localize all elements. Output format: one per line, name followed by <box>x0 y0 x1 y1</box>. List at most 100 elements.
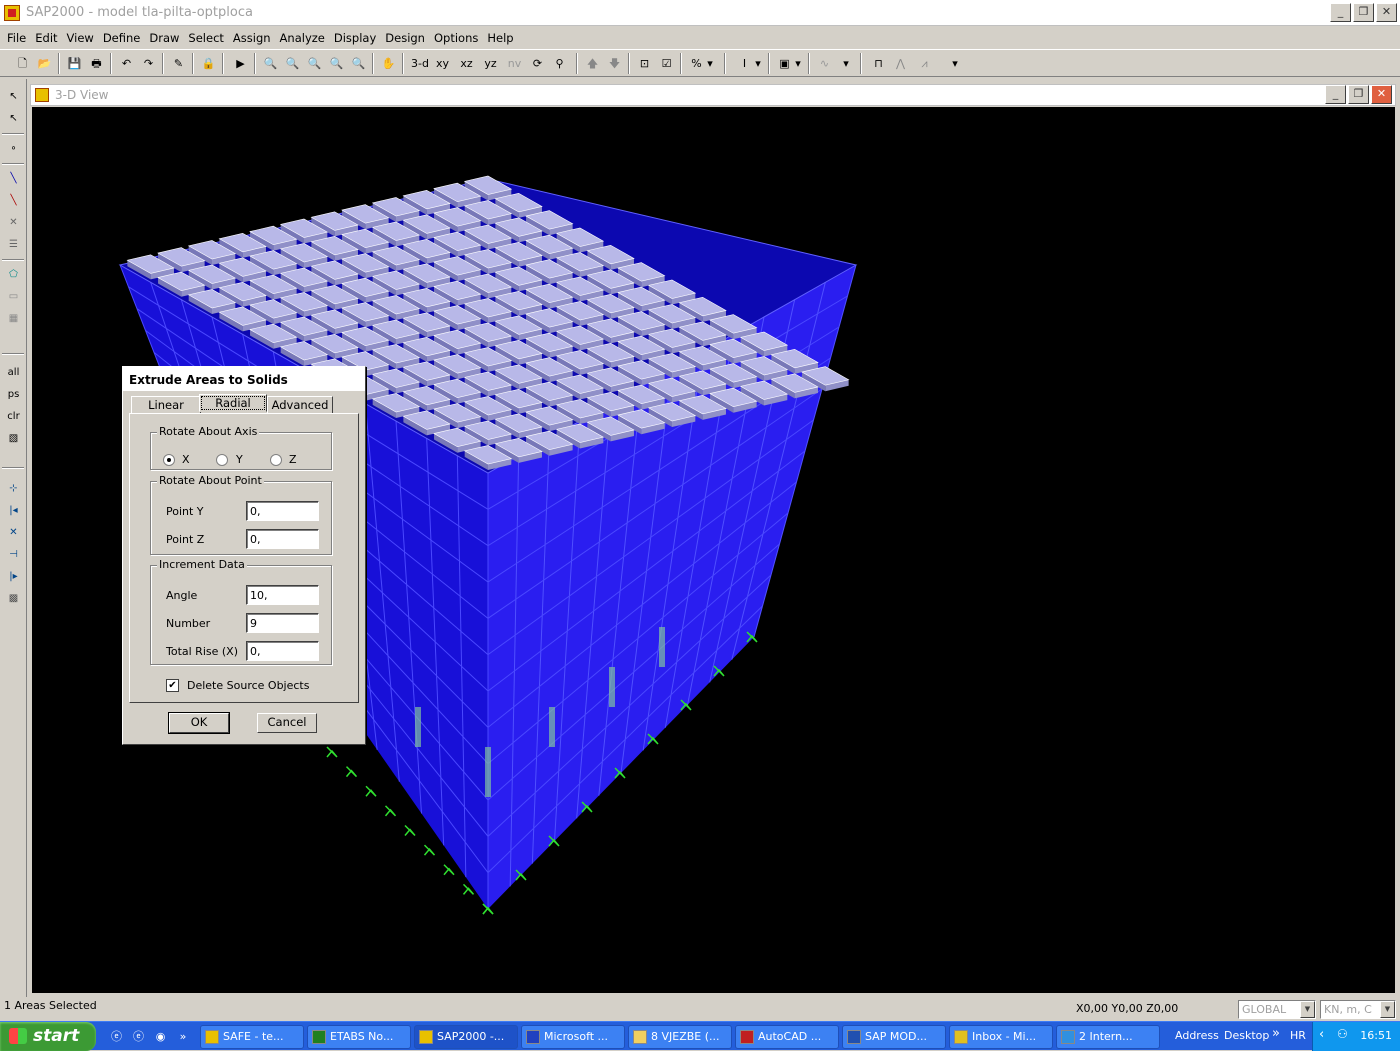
zoom-window-icon[interactable]: 🔍 <box>260 53 281 74</box>
print-icon[interactable]: 🖶 <box>86 53 107 74</box>
snap-ends-icon[interactable]: |◂ <box>3 501 24 521</box>
menu-define[interactable]: Define <box>100 31 147 45</box>
units-select[interactable]: KN, m, C ▼ <box>1320 1000 1396 1019</box>
menu-view[interactable]: View <box>64 31 100 45</box>
dropdown-arrow-icon[interactable]: ▾ <box>840 53 852 74</box>
move-up-icon[interactable]: 🡅 <box>582 53 603 74</box>
start-button[interactable]: start <box>0 1022 96 1051</box>
coordinate-system-select[interactable]: GLOBAL ▼ <box>1238 1000 1316 1019</box>
zoom-out-icon[interactable]: 🔍 <box>326 53 347 74</box>
task-microsoft[interactable]: Microsoft ... <box>521 1025 625 1049</box>
zoom-full-icon[interactable]: 🔍 <box>348 53 369 74</box>
task-autocad[interactable]: AutoCAD ... <box>735 1025 839 1049</box>
task-sap-word[interactable]: SAP MOD... <box>842 1025 946 1049</box>
address-toolbar-label[interactable]: Address <box>1175 1029 1219 1042</box>
app-quicklaunch-icon[interactable]: ◉ <box>150 1026 171 1047</box>
redo-icon[interactable]: ↷ <box>138 53 159 74</box>
quick-draw-area-icon[interactable]: ▦ <box>3 309 24 329</box>
browser-quicklaunch-icon[interactable]: ⓔ <box>128 1026 149 1047</box>
task-internet[interactable]: 2 Intern... <box>1056 1025 1160 1049</box>
undo-icon[interactable]: ↶ <box>116 53 137 74</box>
snap-intersections-icon[interactable]: ✕ <box>3 523 24 543</box>
menu-options[interactable]: Options <box>431 31 484 45</box>
frame-icon[interactable]: ⊓ <box>868 53 889 74</box>
tab-linear[interactable]: Linear <box>131 396 201 414</box>
menu-select[interactable]: Select <box>185 31 229 45</box>
run-analysis-icon[interactable]: ▶ <box>230 53 251 74</box>
toolbar-overflow-icon[interactable]: ▾ <box>948 53 962 74</box>
menu-assign[interactable]: Assign <box>230 31 277 45</box>
dropdown-arrow-icon[interactable]: ▾ <box>704 53 716 74</box>
task-inbox[interactable]: Inbox - Mi... <box>949 1025 1053 1049</box>
ok-button[interactable]: OK <box>168 712 230 734</box>
tab-radial[interactable]: Radial <box>199 394 267 412</box>
draw-special-icon[interactable]: ✕ <box>3 213 24 233</box>
snap-perpendicular-icon[interactable]: ⊣ <box>3 545 24 565</box>
minimize-button[interactable]: _ <box>1330 3 1351 22</box>
close-button[interactable]: ✕ <box>1376 3 1397 22</box>
rotate-3d-icon[interactable]: ⟳ <box>527 53 548 74</box>
menu-file[interactable]: File <box>4 31 32 45</box>
view-3d-button[interactable]: 3-d <box>408 53 432 74</box>
view-restore-button[interactable]: ❐ <box>1348 85 1369 104</box>
open-folder-icon[interactable]: 📂 <box>34 53 55 74</box>
new-file-icon[interactable]: 🗋 <box>12 53 33 74</box>
draw-joint-icon[interactable]: ∘ <box>3 139 24 159</box>
quicklaunch-more-icon[interactable]: » <box>176 1026 190 1047</box>
snap-lines-icon[interactable]: |▸ <box>3 567 24 587</box>
draw-link-icon[interactable]: ╲ <box>3 191 24 211</box>
restore-button[interactable]: ❐ <box>1353 3 1374 22</box>
dropdown-arrow-icon[interactable]: ▾ <box>752 53 764 74</box>
save-icon[interactable]: 💾 <box>64 53 85 74</box>
zoom-restore-icon[interactable]: 🔍 <box>282 53 303 74</box>
intersecting-line-icon[interactable]: ▧ <box>3 429 24 449</box>
zoom-in-icon[interactable]: 🔍 <box>304 53 325 74</box>
tray-expand-icon[interactable]: ‹ <box>1319 1027 1324 1042</box>
cancel-button[interactable]: Cancel <box>257 713 317 733</box>
menu-analyze[interactable]: Analyze <box>277 31 331 45</box>
move-down-icon[interactable]: 🡇 <box>604 53 625 74</box>
pointer-icon[interactable]: ↖ <box>3 87 24 107</box>
object-shrink-icon[interactable]: ⊡ <box>634 53 655 74</box>
draw-rect-area-icon[interactable]: ▭ <box>3 287 24 307</box>
view-yz-button[interactable]: yz <box>480 53 501 74</box>
toolbar-more-icon[interactable]: » <box>1272 1026 1280 1041</box>
set-display-options-icon[interactable]: ☑ <box>656 53 677 74</box>
clear-selection-button[interactable]: clr <box>3 407 24 427</box>
snap-points-icon[interactable]: ⊹ <box>3 479 24 499</box>
pan-icon[interactable]: ✋ <box>378 53 399 74</box>
tab-advanced[interactable]: Advanced <box>267 396 333 414</box>
draw-section-icon[interactable]: ☰ <box>3 235 24 255</box>
radio-axis-z[interactable] <box>270 454 282 466</box>
draw-frame-icon[interactable]: ╲ <box>3 169 24 189</box>
ie-quicklaunch-icon[interactable]: ⓔ <box>106 1026 127 1047</box>
task-vjezbe-folder[interactable]: 8 VJEZBE (... <box>628 1025 732 1049</box>
point-z-input[interactable]: 0, <box>246 529 319 549</box>
view-close-button[interactable]: ✕ <box>1371 85 1392 104</box>
previous-selection-button[interactable]: ps <box>3 385 24 405</box>
radio-axis-x[interactable] <box>163 454 175 466</box>
task-etabs[interactable]: ETABS No... <box>307 1025 411 1049</box>
desktop-toolbar-label[interactable]: Desktop <box>1224 1029 1269 1042</box>
point-y-input[interactable]: 0, <box>246 501 319 521</box>
draw-poly-area-icon[interactable]: ⬠ <box>3 265 24 285</box>
perspective-icon[interactable]: ⚲ <box>549 53 570 74</box>
total-rise-input[interactable]: 0, <box>246 641 319 661</box>
network-tray-icon[interactable]: ⚇ <box>1337 1027 1348 1041</box>
view-xy-button[interactable]: xy <box>432 53 453 74</box>
menu-display[interactable]: Display <box>331 31 382 45</box>
snap-fine-grid-icon[interactable]: ▩ <box>3 589 24 609</box>
view-minimize-button[interactable]: _ <box>1325 85 1346 104</box>
view-xz-button[interactable]: xz <box>456 53 477 74</box>
task-safe[interactable]: SAFE - te... <box>200 1025 304 1049</box>
truss-icon[interactable]: ⋀ <box>890 53 911 74</box>
number-input[interactable]: 9 <box>246 613 319 633</box>
delete-source-checkbox[interactable]: ✔ <box>166 679 179 692</box>
forces-icon[interactable]: ∿ <box>814 53 835 74</box>
select-all-button[interactable]: all <box>3 363 24 383</box>
view-nv-button[interactable]: nv <box>504 53 525 74</box>
menu-help[interactable]: Help <box>484 31 519 45</box>
menu-draw[interactable]: Draw <box>146 31 185 45</box>
menu-edit[interactable]: Edit <box>32 31 63 45</box>
lock-icon[interactable]: 🔒 <box>198 53 219 74</box>
